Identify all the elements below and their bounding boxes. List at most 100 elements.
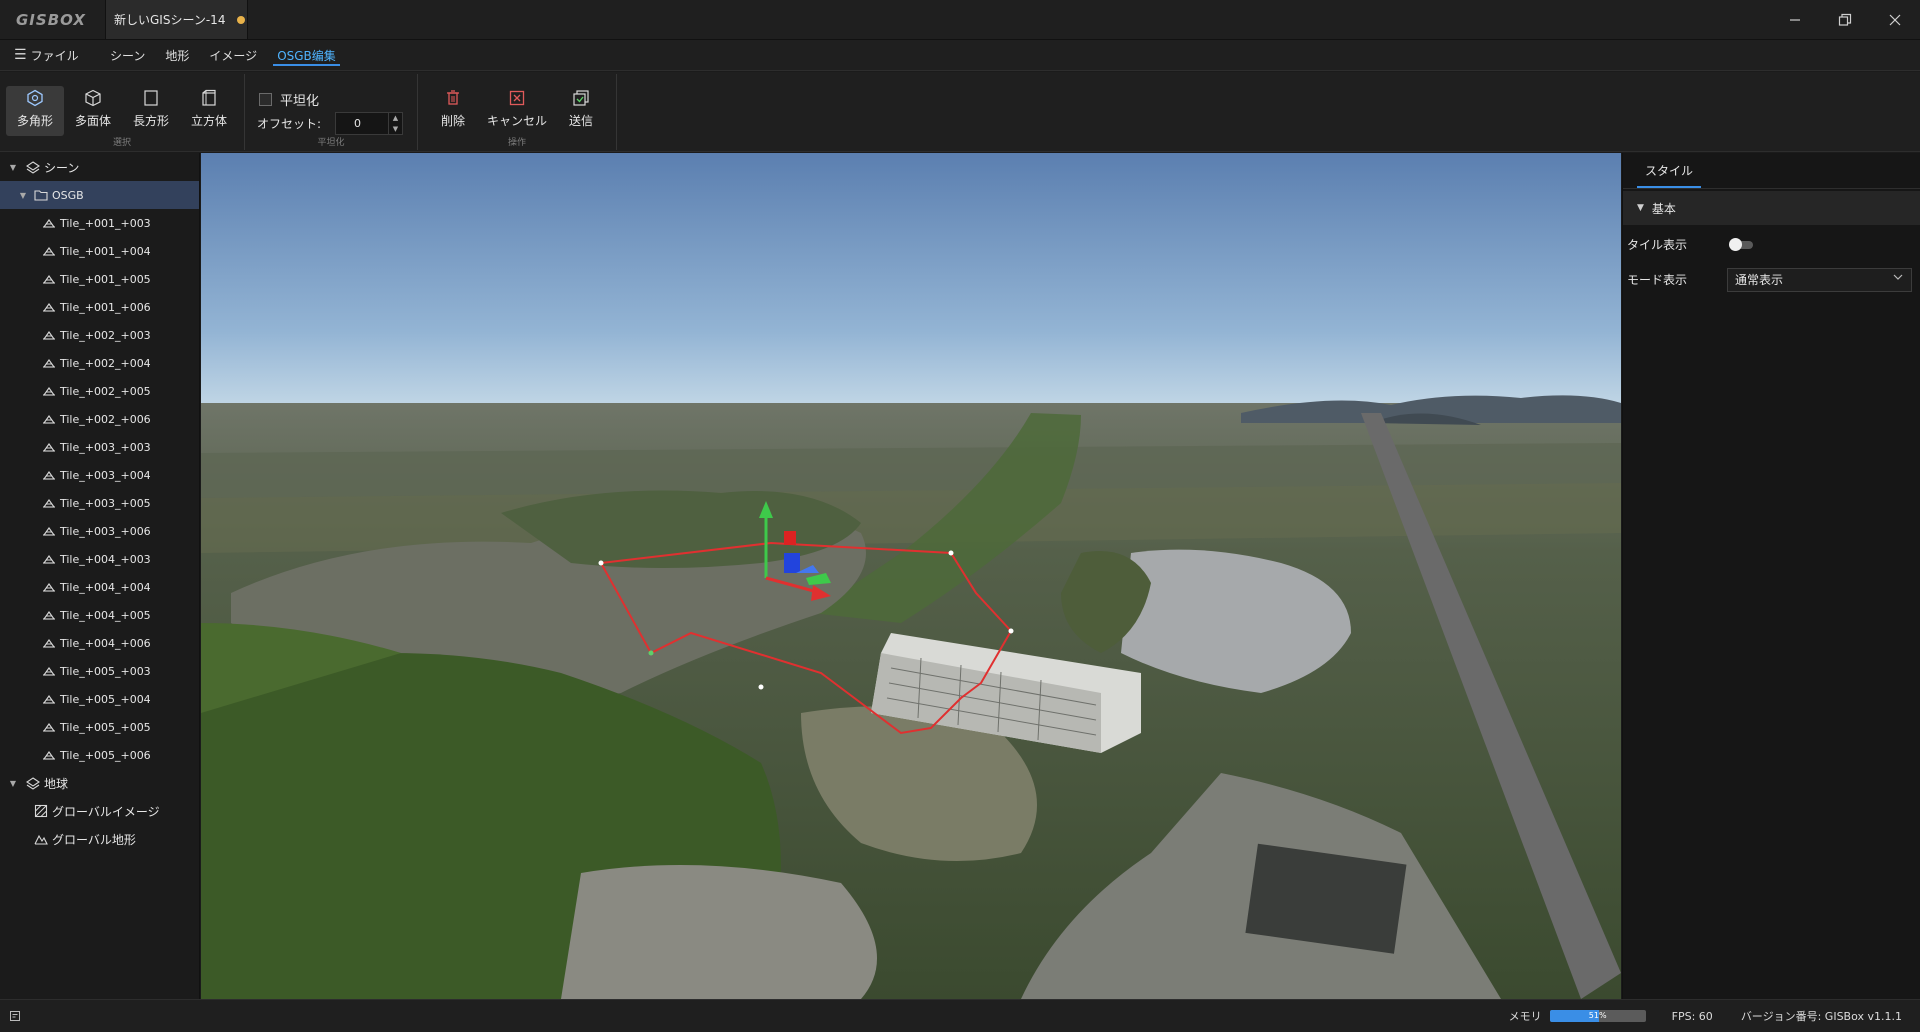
tree-node-tile[interactable]: Tile_+004_+004 bbox=[0, 573, 199, 601]
rectangle-button-label: 長方形 bbox=[132, 114, 169, 128]
cancel-icon bbox=[507, 88, 527, 108]
log-icon[interactable] bbox=[9, 1010, 21, 1022]
polygon-button[interactable]: 多角形 bbox=[6, 86, 64, 136]
tile-model-icon bbox=[42, 720, 56, 734]
offset-row: オフセット: 0 ▲ ▼ bbox=[257, 112, 405, 135]
cancel-button-label: キャンセル bbox=[486, 114, 547, 128]
tree-node-tile[interactable]: Tile_+003_+003 bbox=[0, 433, 199, 461]
tree-node-tile-label: Tile_+001_+003 bbox=[60, 216, 151, 230]
tree-node-tile-label: Tile_+002_+005 bbox=[60, 384, 151, 398]
tree-node-tile[interactable]: Tile_+005_+003 bbox=[0, 657, 199, 685]
style-panel-tabs: スタイル bbox=[1623, 153, 1920, 189]
3d-viewport[interactable] bbox=[201, 153, 1621, 999]
tile-model-icon bbox=[42, 608, 56, 622]
expand-arrow-icon[interactable]: ▼ bbox=[6, 163, 20, 172]
stepper-up-icon[interactable]: ▲ bbox=[393, 114, 398, 122]
unsaved-dot-icon bbox=[237, 15, 246, 24]
polygon-vertex[interactable] bbox=[598, 560, 604, 566]
select-group: 多角形 多面体 長方形 立方体 選択 bbox=[0, 74, 245, 150]
flatten-checkbox-row[interactable]: 平坦化 bbox=[257, 88, 405, 110]
tree-node-tile[interactable]: Tile_+002_+005 bbox=[0, 377, 199, 405]
select-group-caption: 選択 bbox=[112, 138, 131, 148]
flatten-checkbox[interactable] bbox=[259, 92, 272, 106]
tree-node-global-image[interactable]: グローバルイメージ bbox=[0, 797, 199, 825]
cancel-button[interactable]: キャンセル bbox=[482, 86, 552, 136]
mode-display-select[interactable]: 通常表示 bbox=[1727, 267, 1912, 292]
tile-model-icon bbox=[42, 580, 56, 594]
expand-arrow-icon[interactable]: ▼ bbox=[6, 779, 20, 788]
close-button[interactable] bbox=[1870, 0, 1920, 40]
tile-display-toggle[interactable] bbox=[1729, 237, 1753, 251]
tree-node-tile-label: Tile_+002_+006 bbox=[60, 412, 151, 426]
tree-node-tile[interactable]: Tile_+005_+005 bbox=[0, 713, 199, 741]
minimize-button[interactable] bbox=[1770, 0, 1820, 40]
restore-button[interactable] bbox=[1820, 0, 1870, 40]
polyhedron-button[interactable]: 多面体 bbox=[64, 86, 122, 136]
folder-icon bbox=[34, 188, 48, 202]
flatten-checkbox-label: 平坦化 bbox=[280, 93, 320, 109]
tile-model-icon bbox=[42, 216, 56, 230]
tree-node-tile[interactable]: Tile_+002_+003 bbox=[0, 321, 199, 349]
tree-node-tile[interactable]: Tile_+005_+006 bbox=[0, 741, 199, 769]
operation-group-caption: 操作 bbox=[507, 138, 526, 148]
tree-node-tile[interactable]: Tile_+005_+004 bbox=[0, 685, 199, 713]
send-button[interactable]: 送信 bbox=[552, 86, 610, 136]
offset-stepper[interactable]: 0 ▲ ▼ bbox=[335, 112, 403, 135]
memory-label: メモリ bbox=[1508, 1010, 1542, 1023]
tree-node-tile[interactable]: Tile_+004_+005 bbox=[0, 601, 199, 629]
tree-node-earth[interactable]: ▼ 地球 bbox=[0, 769, 199, 797]
tree-node-tile[interactable]: Tile_+001_+003 bbox=[0, 209, 199, 237]
mode-display-value: 通常表示 bbox=[1735, 273, 1784, 287]
tile-display-label: タイル表示 bbox=[1627, 238, 1688, 252]
offset-stepper-arrows[interactable]: ▲ ▼ bbox=[388, 113, 402, 134]
tree-node-tile[interactable]: Tile_+003_+005 bbox=[0, 489, 199, 517]
tile-list: Tile_+001_+003 Tile_+001_+004 Tile_+001_+0… bbox=[0, 209, 199, 769]
tree-node-global-terrain-label: グローバル地形 bbox=[52, 832, 136, 847]
tab-osgb-edit[interactable]: OSGB编集 bbox=[267, 40, 346, 71]
polygon-vertex[interactable] bbox=[758, 684, 764, 690]
polygon-vertex[interactable] bbox=[648, 650, 654, 656]
tab-style[interactable]: スタイル bbox=[1633, 152, 1705, 188]
tree-node-tile-label: Tile_+004_+006 bbox=[60, 636, 151, 650]
tab-terrain[interactable]: 地形 bbox=[155, 40, 199, 71]
memory-percent-text: 51% bbox=[1588, 1011, 1607, 1020]
file-menu[interactable]: ☰ ファイル bbox=[0, 47, 100, 64]
delete-button[interactable]: 削除 bbox=[424, 86, 482, 136]
layers-icon bbox=[26, 160, 40, 174]
tree-node-tile[interactable]: Tile_+004_+006 bbox=[0, 629, 199, 657]
scene-render[interactable] bbox=[201, 153, 1621, 999]
tree-node-osgb[interactable]: ▼ OSGB bbox=[0, 181, 199, 209]
style-panel: スタイル ▼ 基本 タイル表示 モード表示 通常表示 bbox=[1622, 153, 1920, 999]
tree-node-tile-label: Tile_+003_+003 bbox=[60, 440, 151, 454]
tree-node-osgb-label: OSGB bbox=[52, 188, 84, 202]
rectangle-button[interactable]: 長方形 bbox=[122, 86, 180, 136]
tree-node-tile[interactable]: Tile_+001_+006 bbox=[0, 293, 199, 321]
stepper-down-icon[interactable]: ▼ bbox=[393, 125, 398, 133]
cube-button[interactable]: 立方体 bbox=[180, 86, 238, 136]
tree-node-tile[interactable]: Tile_+002_+006 bbox=[0, 405, 199, 433]
image-layer-icon bbox=[34, 804, 48, 818]
flatten-group-caption: 平坦化 bbox=[317, 138, 345, 148]
tile-model-icon bbox=[42, 300, 56, 314]
polygon-vertex[interactable] bbox=[1008, 628, 1014, 634]
tree-node-tile-label: Tile_+004_+003 bbox=[60, 552, 151, 566]
tab-image[interactable]: イメージ bbox=[199, 40, 267, 71]
tree-node-tile[interactable]: Tile_+001_+005 bbox=[0, 265, 199, 293]
memory-progress-bar: 51% bbox=[1549, 1010, 1646, 1022]
tile-model-icon bbox=[42, 384, 56, 398]
tree-node-scene[interactable]: ▼ シーン bbox=[0, 153, 199, 181]
tree-node-tile-label: Tile_+003_+005 bbox=[60, 496, 151, 510]
expand-arrow-icon[interactable]: ▼ bbox=[16, 191, 30, 200]
tree-node-tile[interactable]: Tile_+003_+004 bbox=[0, 461, 199, 489]
tree-node-tile[interactable]: Tile_+003_+006 bbox=[0, 517, 199, 545]
mode-display-label: モード表示 bbox=[1627, 273, 1688, 287]
tree-node-tile[interactable]: Tile_+002_+004 bbox=[0, 349, 199, 377]
tab-scene[interactable]: シーン bbox=[100, 40, 155, 71]
section-basic-header[interactable]: ▼ 基本 bbox=[1623, 191, 1920, 225]
polygon-vertex[interactable] bbox=[948, 550, 954, 556]
tree-node-global-terrain[interactable]: グローバル地形 bbox=[0, 825, 199, 853]
toggle-knob bbox=[1729, 237, 1742, 251]
tree-node-tile[interactable]: Tile_+001_+004 bbox=[0, 237, 199, 265]
tree-node-tile[interactable]: Tile_+004_+003 bbox=[0, 545, 199, 573]
document-tab[interactable]: 新しいGISシーン-14 bbox=[105, 0, 248, 39]
